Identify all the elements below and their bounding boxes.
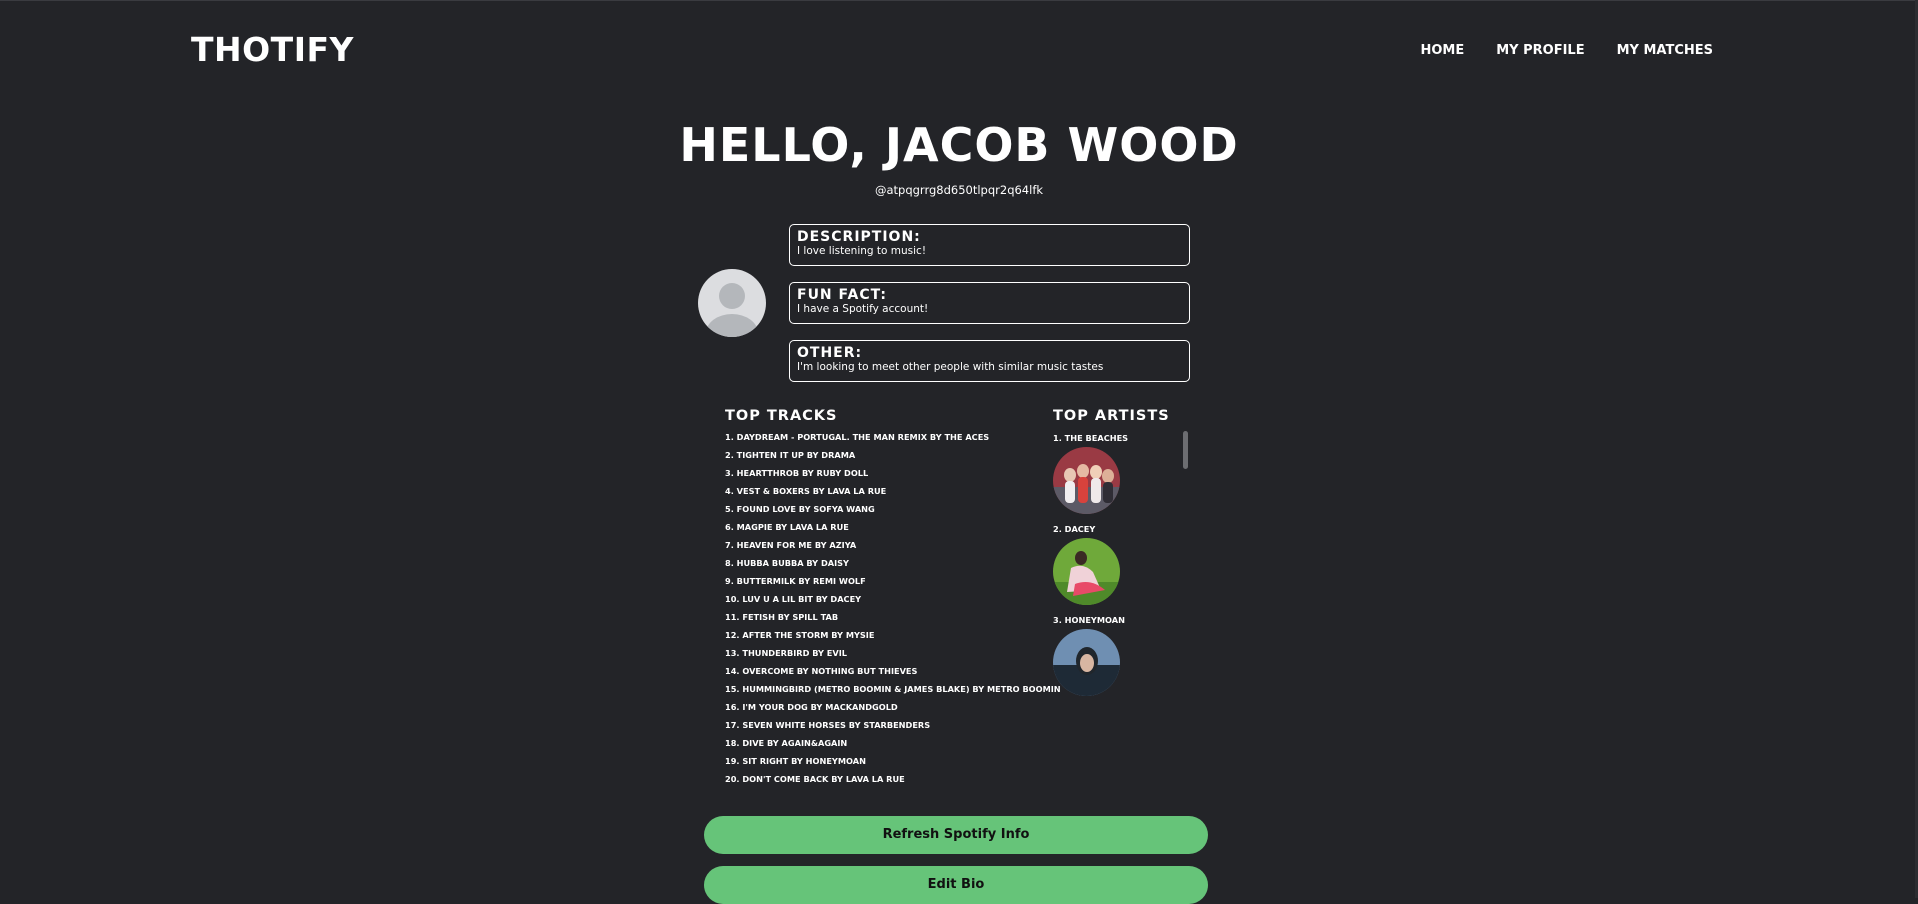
track-item: 14. OVERCOME BY NOTHING BUT THIEVES xyxy=(725,666,918,676)
other-text: I'm looking to meet other people with si… xyxy=(797,361,1104,373)
refresh-spotify-button[interactable]: Refresh Spotify Info xyxy=(704,816,1208,854)
track-item: 16. I'M YOUR DOG BY MACKANDGOLD xyxy=(725,702,898,712)
artist-photo xyxy=(1053,629,1120,696)
artists-scrollbar[interactable] xyxy=(1183,431,1188,469)
artist-item: 3. HONEYMOAN xyxy=(1053,615,1189,696)
track-item: 1. DAYDREAM - PORTUGAL. THE MAN REMIX BY… xyxy=(725,432,990,442)
artist-item: 2. DACEY xyxy=(1053,524,1189,605)
nav-home-link[interactable]: HOME xyxy=(1420,43,1464,58)
track-item: 6. MAGPIE BY LAVA LA RUE xyxy=(725,522,849,532)
edit-bio-button[interactable]: Edit Bio xyxy=(704,866,1208,904)
track-item: 17. SEVEN WHITE HORSES BY STARBENDERS xyxy=(725,720,931,730)
main-nav: HOME MY PROFILE MY MATCHES xyxy=(1420,43,1713,58)
other-label: OTHER: xyxy=(797,345,863,361)
track-item: 13. THUNDERBIRD BY EVIL xyxy=(725,648,847,658)
track-item: 8. HUBBA BUBBA BY DAISY xyxy=(725,558,849,568)
track-item: 18. DIVE BY AGAIN&AGAIN xyxy=(725,738,848,748)
app-logo[interactable]: THOTIFY xyxy=(191,30,354,69)
artist-name: 3. HONEYMOAN xyxy=(1053,615,1125,625)
fun-fact-text: I have a Spotify account! xyxy=(797,303,929,315)
track-item: 3. HEARTTHROB BY RUBY DOLL xyxy=(725,468,869,478)
top-border xyxy=(0,0,1918,1)
top-artists-title: TOP ARTISTS xyxy=(1053,408,1170,424)
track-item: 9. BUTTERMILK BY REMI WOLF xyxy=(725,576,866,586)
nav-my-matches-link[interactable]: MY MATCHES xyxy=(1617,43,1713,58)
track-item: 11. FETISH BY SPILL TAB xyxy=(725,612,839,622)
top-artists-section: TOP ARTISTS 1. THE BEACHES 2. DACEY 3. H… xyxy=(1053,407,1189,696)
fun-fact-label: FUN FACT: xyxy=(797,287,887,303)
artist-photo xyxy=(1053,538,1120,605)
track-item: 20. DON'T COME BACK BY LAVA LA RUE xyxy=(725,774,905,784)
top-tracks-section: TOP TRACKS 1. DAYDREAM - PORTUGAL. THE M… xyxy=(725,407,1061,791)
fun-fact-box: FUN FACT: I have a Spotify account! xyxy=(789,282,1190,324)
track-item: 19. SIT RIGHT BY HONEYMOAN xyxy=(725,756,866,766)
track-item: 12. AFTER THE STORM BY MYSIE xyxy=(725,630,875,640)
track-item: 5. FOUND LOVE BY SOFYA WANG xyxy=(725,504,875,514)
top-tracks-title: TOP TRACKS xyxy=(725,408,838,424)
description-label: DESCRIPTION: xyxy=(797,229,921,245)
page-title: HELLO, JACOB WOOD xyxy=(679,118,1239,172)
description-box: DESCRIPTION: I love listening to music! xyxy=(789,224,1190,266)
artist-photo xyxy=(1053,447,1120,514)
top-tracks-list: 1. DAYDREAM - PORTUGAL. THE MAN REMIX BY… xyxy=(725,431,1061,791)
track-item: 7. HEAVEN FOR ME BY AZIYA xyxy=(725,540,857,550)
avatar xyxy=(698,269,766,337)
artist-name: 1. THE BEACHES xyxy=(1053,433,1129,443)
top-artists-list[interactable]: 1. THE BEACHES 2. DACEY 3. HONEYMOAN xyxy=(1053,433,1189,705)
track-item: 15. HUMMINGBIRD (METRO BOOMIN & JAMES BL… xyxy=(725,684,1061,694)
default-user-icon xyxy=(706,283,758,337)
track-item: 4. VEST & BOXERS BY LAVA LA RUE xyxy=(725,486,887,496)
track-item: 2. TIGHTEN IT UP BY DRAMA xyxy=(725,450,856,460)
description-text: I love listening to music! xyxy=(797,245,927,257)
track-item: 10. LUV U A LIL BIT BY DACEY xyxy=(725,594,862,604)
artist-name: 2. DACEY xyxy=(1053,524,1096,534)
user-handle: @atpqgrrg8d650tlpqr2q64lfk xyxy=(874,183,1044,197)
other-box: OTHER: I'm looking to meet other people … xyxy=(789,340,1190,382)
nav-my-profile-link[interactable]: MY PROFILE xyxy=(1496,43,1584,58)
artist-item: 1. THE BEACHES xyxy=(1053,433,1189,514)
